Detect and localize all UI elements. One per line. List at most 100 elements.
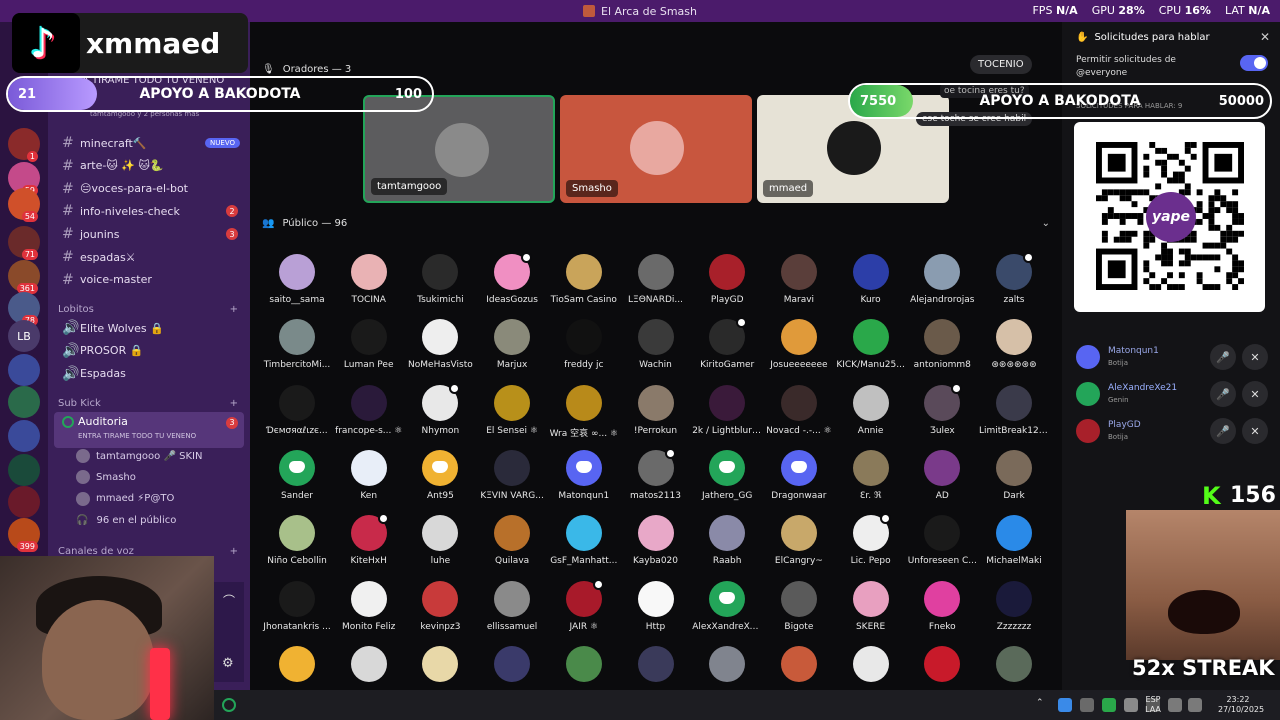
voice-channel[interactable]: 🔊 PROSOR 🔒 (58, 340, 244, 362)
audience-member[interactable]: LΞΘNARDi... (621, 252, 691, 314)
text-channel[interactable]: # voice-master (58, 269, 244, 291)
audience-member[interactable]: AlexXandreXe21 (692, 579, 762, 641)
invite-to-speak-button[interactable]: 🎤 (1210, 344, 1236, 370)
add-channel-icon[interactable]: + (230, 304, 238, 315)
text-channel[interactable]: # jounins 3 (58, 223, 244, 245)
audience-member[interactable]: Nhymon (405, 382, 475, 445)
audience-member[interactable]: Http (621, 579, 691, 641)
audience-member[interactable]: PlayGD (692, 252, 762, 314)
disconnect-icon[interactable]: ⌒ (223, 592, 235, 609)
language-indicator[interactable]: ESP LAA (1142, 695, 1164, 715)
audience-member[interactable]: Raabh (692, 513, 762, 575)
chat-user-tag[interactable]: TOCENIO (970, 55, 1032, 74)
server-icon[interactable]: 399 (8, 518, 40, 552)
audience-member[interactable]: KiritoGamer (692, 317, 762, 379)
chevron-up-icon[interactable]: ⌃ (1036, 698, 1044, 708)
clock[interactable]: 23:22 27/10/2025 (1218, 695, 1264, 715)
audience-member[interactable]: TimbercitoMi... (262, 317, 332, 379)
audience-member[interactable]: ElCangry~ (764, 513, 834, 575)
audience-member[interactable]: KICK/Manu25... (836, 317, 906, 379)
dismiss-request-button[interactable]: ✕ (1242, 381, 1268, 407)
audience-member[interactable]: Wachin (621, 317, 691, 379)
server-folder-lb[interactable]: LB (8, 320, 40, 352)
audience-member[interactable]: Tsukimichi (405, 252, 475, 314)
text-channel[interactable]: # minecraft🔨 NUEVO (58, 132, 244, 154)
audience-member[interactable]: IdeasGozus (477, 252, 547, 314)
audience-member[interactable]: Zzzzzzz (979, 579, 1049, 641)
audience-member[interactable]: JAIR ⚛ (549, 578, 619, 641)
audience-member[interactable]: Niño Cebollin (262, 513, 332, 575)
speaker-icon[interactable] (1188, 698, 1202, 712)
app-taskbar-icon[interactable] (222, 698, 236, 712)
audience-member[interactable]: saito__sama (262, 252, 332, 314)
invite-to-speak-button[interactable]: 🎤 (1210, 381, 1236, 407)
audience-member[interactable]: Matonqun1 (549, 448, 619, 510)
tray-icon[interactable] (1058, 698, 1072, 712)
audience-member[interactable]: Quilava (477, 513, 547, 575)
server-icon[interactable]: 54 (8, 188, 40, 222)
audience-member[interactable]: Jhonatankris ... (262, 579, 332, 641)
add-channel-icon[interactable]: + (230, 398, 238, 409)
audience-member[interactable]: TioSam Casino (549, 252, 619, 314)
tray-icon[interactable] (1102, 698, 1116, 712)
server-icon[interactable]: 1 (8, 128, 40, 162)
invite-to-speak-button[interactable]: 🎤 (1210, 418, 1236, 444)
voice-channel[interactable]: 🔊 Elite Wolves 🔒 (58, 317, 244, 339)
audience-member[interactable]: Maravi (764, 252, 834, 314)
server-icon[interactable] (8, 486, 40, 518)
text-channel[interactable]: # info-niveles-check 2 (58, 200, 244, 222)
audience-member[interactable]: Fneko (907, 579, 977, 641)
audience-member[interactable]: antoniomm8 (907, 317, 977, 379)
audience-member[interactable]: freddy jc (549, 317, 619, 379)
settings-gear-icon[interactable]: ⚙ (222, 656, 234, 671)
audience-member[interactable]: Dark (979, 448, 1049, 510)
audience-member[interactable]: NoMeHasVisto (405, 317, 475, 379)
server-icon[interactable]: 71 (8, 226, 40, 260)
folder-icon[interactable] (8, 420, 40, 452)
speaker-tile[interactable]: Smasho (560, 95, 752, 203)
audience-member[interactable]: Monito Feliz (334, 579, 404, 641)
chevron-down-icon[interactable]: ⌄ (1042, 218, 1050, 229)
stage-user[interactable]: tamtamgooo 🎤 SKIN (76, 446, 202, 466)
audience-member[interactable]: Marjux (477, 317, 547, 379)
audience-member[interactable]: Annie (836, 383, 906, 445)
close-icon[interactable]: ✕ (1260, 30, 1270, 44)
category-subkick[interactable]: Sub Kick + (58, 398, 244, 409)
audience-member[interactable]: Wra 空哀 ∞... ⚛ (549, 383, 619, 445)
add-channel-icon[interactable]: + (230, 546, 238, 557)
stage-channel-auditoria[interactable]: Auditoria ENTRA TIRAME TODO TU VENENO 3 (54, 412, 244, 448)
audience-member[interactable]: Alejandrorojas (907, 252, 977, 314)
audience-member[interactable]: KΞVIN VARG... (477, 448, 547, 510)
audience-member[interactable]: matos2113 (621, 447, 691, 510)
audience-member[interactable]: luhe (405, 513, 475, 575)
audience-member[interactable]: Josueeeeeee (764, 317, 834, 379)
audience-member[interactable]: SKERE (836, 579, 906, 641)
category-lobitos[interactable]: Lobitos + (58, 304, 244, 315)
audience-member[interactable]: 2k / Lightblur ⚛ (692, 383, 762, 445)
audience-member[interactable]: ⊛⊛⊛⊛⊛⊛ (979, 317, 1049, 379)
server-icon[interactable] (8, 454, 40, 486)
audience-count-row[interactable]: 🎧 96 en el público (76, 510, 176, 530)
server-icon[interactable] (8, 386, 40, 418)
audience-member[interactable]: Novacd -.-... ⚛ (764, 383, 834, 445)
audience-member[interactable]: Ken (334, 448, 404, 510)
audience-member[interactable]: Ʒulex (907, 382, 977, 445)
stage-user[interactable]: mmaed ⚡P@TO (76, 489, 174, 509)
audience-member[interactable]: ellissamuel (477, 579, 547, 641)
audience-member[interactable]: !Perrokun (621, 383, 691, 445)
audience-member[interactable]: Sander (262, 448, 332, 510)
tray-icon[interactable] (1080, 698, 1094, 712)
audience-member[interactable]: Kuro (836, 252, 906, 314)
audience-member[interactable]: Kayba020 (621, 513, 691, 575)
audience-member[interactable]: TOCINA (334, 252, 404, 314)
audience-member[interactable]: Ɗємσяαℓιzє... (262, 383, 332, 445)
audience-member[interactable]: kevinpz3 (405, 579, 475, 641)
audience-member[interactable]: zalts (979, 252, 1049, 314)
refresh-icon[interactable] (1124, 698, 1138, 712)
voice-channel[interactable]: 🔊 Espadas (58, 363, 244, 385)
audience-member[interactable]: francope-s... ⚛ (334, 383, 404, 445)
dismiss-request-button[interactable]: ✕ (1242, 418, 1268, 444)
permit-requests-toggle[interactable] (1240, 55, 1268, 71)
folder-icon[interactable] (8, 354, 40, 386)
audience-member[interactable]: MichaelMaki (979, 513, 1049, 575)
